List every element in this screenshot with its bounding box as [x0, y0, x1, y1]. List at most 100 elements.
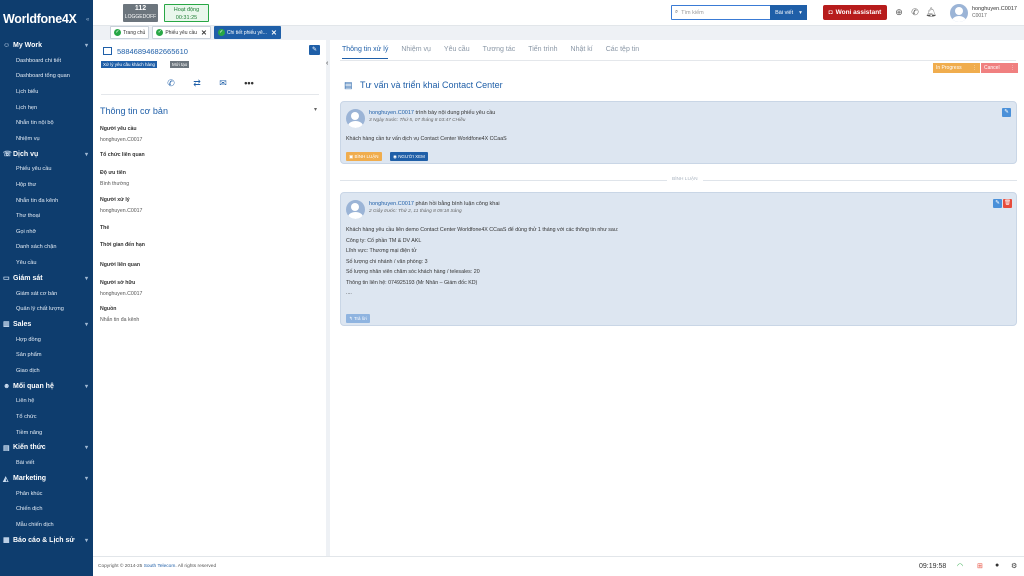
tab-ticket-detail[interactable]: ✓ Chi tiết phiếu yê... ✕ — [213, 26, 281, 39]
edit-post-button[interactable]: ✎ — [1002, 108, 1011, 117]
search-input[interactable]: ⌕ Tìm kiếm — [671, 5, 771, 20]
detail-tab[interactable]: Yêu cầu — [444, 46, 470, 59]
in-progress-button[interactable]: In Progress ⋮ — [933, 63, 980, 73]
post-body: Khách hàng cần tư vấn dịch vụ Contact Ce… — [346, 136, 507, 142]
field-value[interactable]: honghuyen.C0017 — [100, 137, 142, 143]
sidebar-item[interactable]: Lịch biểu — [0, 84, 93, 100]
sidebar-section[interactable]: ☺ My Work ▾ — [0, 38, 93, 53]
sidebar-section[interactable]: ▦ Báo cáo & Lịch sử ▾ — [0, 533, 93, 548]
post-user[interactable]: honghuyen.C0017 — [369, 110, 414, 116]
sidebar-item[interactable]: Nhắn tin đa kênh — [0, 193, 93, 209]
detail-tab[interactable]: Nhật kí — [571, 46, 593, 59]
ticket-field: Người xử lý honghuyen.C0017 — [100, 197, 142, 214]
collapse-sidebar-icon[interactable]: « — [86, 17, 89, 23]
sidebar-item[interactable]: Nhắn tin nội bộ — [0, 115, 93, 131]
cancel-button[interactable]: Cancel ⋮ — [981, 63, 1018, 73]
field-value[interactable]: Bình thường — [100, 181, 129, 187]
phone-icon[interactable]: ✆ — [909, 6, 921, 18]
detail-tab[interactable]: Tiến trình — [528, 46, 557, 59]
sidebar-item[interactable]: Dashboard tổng quan — [0, 69, 93, 85]
edit-comment-button[interactable]: ✎ — [993, 199, 1002, 208]
copyright: Copyright © 2014-25 South Telecom. All r… — [98, 564, 216, 569]
chevron-left-icon[interactable]: ‹ — [326, 60, 328, 67]
book-icon: ▤ — [3, 444, 10, 452]
sidebar-item[interactable]: Liên hệ — [0, 394, 93, 410]
tab-home[interactable]: ✓ Trang chủ — [110, 26, 150, 39]
chat-icon[interactable]: ✉ — [213, 76, 233, 90]
record-icon[interactable]: ● — [995, 562, 999, 569]
sidebar-item[interactable]: Thư thoại — [0, 208, 93, 224]
company-link[interactable]: South Telecom — [144, 564, 176, 569]
wifi-icon: ◠ — [957, 563, 964, 570]
sidebar-item[interactable]: Giám sát cơ bản — [0, 286, 93, 302]
sidebar-item[interactable]: Tiềm năng — [0, 425, 93, 441]
woni-assistant-button[interactable]: ◘ Woni assistant — [823, 5, 887, 20]
sidebar-section[interactable]: ▥ Sales ▾ — [0, 317, 93, 332]
detail-tab[interactable]: Các tệp tin — [606, 46, 639, 59]
detail-tabs: Thông tin xử lý Nhiệm vụ Yêu cầu Tương tác T… — [342, 46, 639, 59]
comment-action: phản hồi bằng bình luận công khai — [415, 201, 500, 207]
sidebar-item[interactable]: Hợp đồng — [0, 332, 93, 348]
more-icon[interactable]: ••• — [239, 76, 259, 90]
comment-line: .... — [346, 290, 352, 296]
field-value[interactable]: honghuyen.C0017 — [100, 291, 142, 297]
reply-button[interactable]: ↰ Trả lời — [346, 314, 370, 323]
sidebar-item[interactable]: Sản phẩm — [0, 348, 93, 364]
sidebar-item[interactable]: Quản lý chất lượng — [0, 301, 93, 317]
footer: Copyright © 2014-25 South Telecom. All r… — [93, 556, 1024, 576]
sidebar-item[interactable]: Giao dịch — [0, 363, 93, 379]
user-code: C0017 — [972, 13, 987, 19]
sidebar-item[interactable]: Chiến dịch — [0, 502, 93, 518]
sidebar-item[interactable]: Dashboard chi tiết — [0, 53, 93, 69]
detail-tab[interactable]: Nhiệm vụ — [401, 46, 431, 59]
sidebar-item[interactable]: Bài viết — [0, 455, 93, 471]
sidebar-item[interactable]: Lịch hẹn — [0, 100, 93, 116]
viewers-button[interactable]: ◉ NGƯỜI XEM — [390, 152, 428, 161]
ticket-id: 58846894682665610 — [117, 47, 188, 56]
comment-button[interactable]: ▣ BÌNH LUẬN — [346, 152, 382, 161]
divider — [101, 94, 319, 95]
ticket-field: Thẻ — [100, 225, 109, 236]
alert-icon[interactable]: ⊞ — [977, 562, 983, 570]
activity-status[interactable]: Hoạt động 00:31:25 — [164, 4, 209, 22]
delete-comment-button[interactable]: 🗑︎ — [1003, 199, 1012, 208]
sidebar-item[interactable]: Mẫu chiến dịch — [0, 517, 93, 533]
tab-tickets[interactable]: ✓ Phiếu yêu cầu ✕ — [152, 26, 211, 39]
add-icon[interactable]: ⊕ — [893, 6, 905, 18]
sidebar-item[interactable]: Hộp thư — [0, 177, 93, 193]
search-type-select[interactable]: Bài viết ▾ — [770, 5, 807, 20]
field-value[interactable]: honghuyen.C0017 — [100, 208, 142, 214]
detail-tab[interactable]: Thông tin xử lý — [342, 46, 389, 59]
close-icon[interactable]: ✕ — [271, 29, 277, 37]
in-progress-label: In Progress — [936, 65, 962, 71]
call-icon[interactable]: ✆ — [161, 76, 181, 90]
close-icon[interactable]: ✕ — [201, 29, 207, 37]
sidebar-section[interactable]: ☏ Dịch vụ ▾ — [0, 147, 93, 162]
extension-box[interactable]: 112 LOGGEDOFF — [123, 4, 158, 22]
sidebar-item[interactable]: Tổ chức — [0, 409, 93, 425]
sidebar-item[interactable]: Phiếu yêu cầu — [0, 162, 93, 178]
bell-icon[interactable]: 🔔︎ — [925, 6, 937, 18]
sidebar-item[interactable]: Nhiệm vụ — [0, 131, 93, 147]
sidebar-item[interactable]: Yêu cầu — [0, 255, 93, 271]
chevron-down-icon: ▾ — [84, 537, 88, 544]
detail-tab[interactable]: Tương tác — [483, 46, 516, 59]
settings-icon[interactable]: ⚙ — [1011, 562, 1017, 570]
field-value[interactable]: Nhắn tin đa kênh — [100, 317, 139, 323]
sidebar-item[interactable]: Gọi nhỡ — [0, 224, 93, 240]
edit-ticket-button[interactable]: ✎ — [309, 45, 320, 55]
sidebar-item[interactable]: Phân khúc — [0, 486, 93, 502]
robot-icon: ◘ — [828, 9, 833, 16]
user-icon: ☺ — [3, 42, 11, 49]
chevron-down-icon[interactable]: ▾ — [314, 106, 317, 113]
sidebar-section[interactable]: ▭ Giám sát ▾ — [0, 271, 93, 286]
avatar[interactable] — [950, 4, 968, 22]
transfer-icon[interactable]: ⇄ — [187, 76, 207, 90]
comment-user[interactable]: honghuyen.C0017 — [369, 201, 414, 207]
sidebar-section[interactable]: ▤ Kiến thức ▾ — [0, 440, 93, 455]
comment-separator: BÌNH LUẬN — [340, 177, 1017, 182]
sidebar-section[interactable]: ☻ Mối quan hệ ▾ — [0, 379, 93, 394]
sidebar-section[interactable]: ◭ Marketing ▾ — [0, 471, 93, 486]
sidebar-item[interactable]: Danh sách chặn — [0, 240, 93, 256]
field-label: Người liên quan — [100, 262, 141, 268]
